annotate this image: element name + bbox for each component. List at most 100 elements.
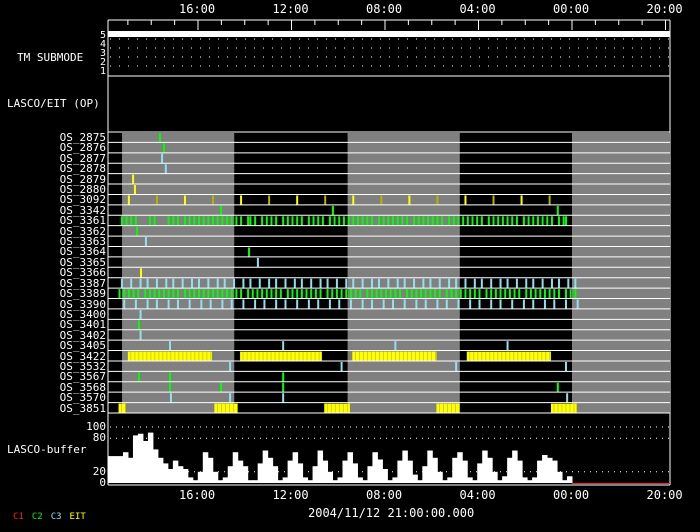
event-mark (457, 299, 460, 309)
buffer-bar (222, 477, 229, 483)
event-mark (464, 289, 467, 299)
event-mark (345, 289, 348, 299)
event-mark (406, 216, 409, 226)
buffer-bar (192, 480, 199, 483)
buffer-bar (162, 463, 169, 483)
event-mark (240, 195, 243, 205)
event-mark (282, 341, 285, 351)
buffer-bar (487, 457, 493, 483)
event-mark (494, 289, 497, 299)
event-mark (247, 216, 250, 226)
event-mark (445, 289, 448, 299)
buffer-bar (432, 457, 438, 483)
event-mark (415, 299, 418, 309)
event-mark (161, 153, 164, 164)
event-mark (485, 289, 488, 299)
buffer-bar (422, 466, 428, 483)
event-mark (548, 195, 551, 205)
event-mark (422, 216, 425, 226)
buffer-bar (227, 466, 234, 483)
event-mark (183, 195, 186, 205)
buffer-bar (327, 471, 334, 483)
event-mark (480, 278, 483, 289)
event-mark (229, 393, 232, 403)
event-mark (513, 289, 516, 299)
event-mark (396, 278, 399, 289)
event-mark (457, 216, 460, 226)
event-mark (139, 309, 142, 320)
event-mark (254, 216, 257, 226)
event-mark (282, 393, 285, 403)
buffer-bar (197, 471, 204, 483)
top-tick-label: 00:00 (553, 2, 590, 16)
event-mark (176, 299, 179, 309)
event-mark (158, 133, 161, 143)
event-mark (394, 289, 397, 299)
event-mark (469, 299, 472, 309)
buffer-bar (302, 477, 309, 483)
event-mark (181, 278, 184, 289)
event-span (214, 403, 238, 413)
event-mark (370, 299, 373, 309)
buffer-bar (257, 463, 264, 483)
event-mark (380, 289, 383, 299)
event-mark (525, 289, 528, 299)
buffer-bar (462, 460, 468, 483)
event-mark (492, 195, 495, 205)
event-mark (338, 299, 341, 309)
event-mark (242, 299, 245, 309)
event-mark (455, 289, 458, 299)
event-mark (139, 330, 142, 341)
event-mark (422, 278, 425, 289)
event-mark (569, 289, 572, 299)
buffer-bar (377, 459, 383, 483)
buffer-bar (127, 457, 134, 483)
bottom-tick-label: 12:00 (272, 488, 309, 502)
event-span (127, 351, 213, 361)
event-mark (130, 216, 133, 226)
event-mark (310, 289, 313, 299)
event-mark (296, 195, 299, 205)
buffer-bar (177, 466, 184, 483)
event-mark (282, 372, 285, 382)
event-mark (564, 289, 567, 299)
event-mark (282, 216, 285, 226)
event-mark (515, 216, 518, 226)
event-span (324, 403, 350, 413)
event-mark (462, 216, 465, 226)
event-mark (478, 289, 481, 299)
submode-level-label: 1 (99, 66, 106, 77)
event-mark (310, 278, 313, 289)
event-mark (335, 278, 338, 289)
buffer-bar (142, 441, 149, 483)
event-mark (553, 289, 556, 299)
event-span (352, 351, 437, 361)
event-mark (120, 278, 123, 289)
event-mark (406, 289, 409, 299)
event-mark (328, 299, 331, 309)
event-mark (300, 289, 303, 299)
event-mark (380, 195, 383, 205)
buffer-bar (342, 460, 348, 483)
event-mark (134, 299, 137, 309)
event-mark (233, 278, 236, 289)
top-tick-label: 08:00 (366, 2, 403, 16)
event-mark (445, 299, 448, 309)
event-mark (148, 216, 151, 226)
event-mark (127, 289, 130, 299)
buffer-bar (347, 452, 353, 483)
event-mark (120, 216, 123, 226)
buffer-bar (252, 480, 259, 483)
event-mark (506, 341, 509, 351)
event-mark (576, 299, 579, 309)
buffer-bar (382, 469, 388, 483)
buffer-bar (112, 456, 119, 483)
event-mark (123, 289, 126, 299)
buffer-bar (467, 477, 473, 483)
event-mark (212, 216, 215, 226)
event-mark (249, 278, 252, 289)
event-mark (221, 216, 224, 226)
buffer-bar (402, 450, 408, 483)
event-mark (265, 289, 268, 299)
event-mark (305, 289, 308, 299)
